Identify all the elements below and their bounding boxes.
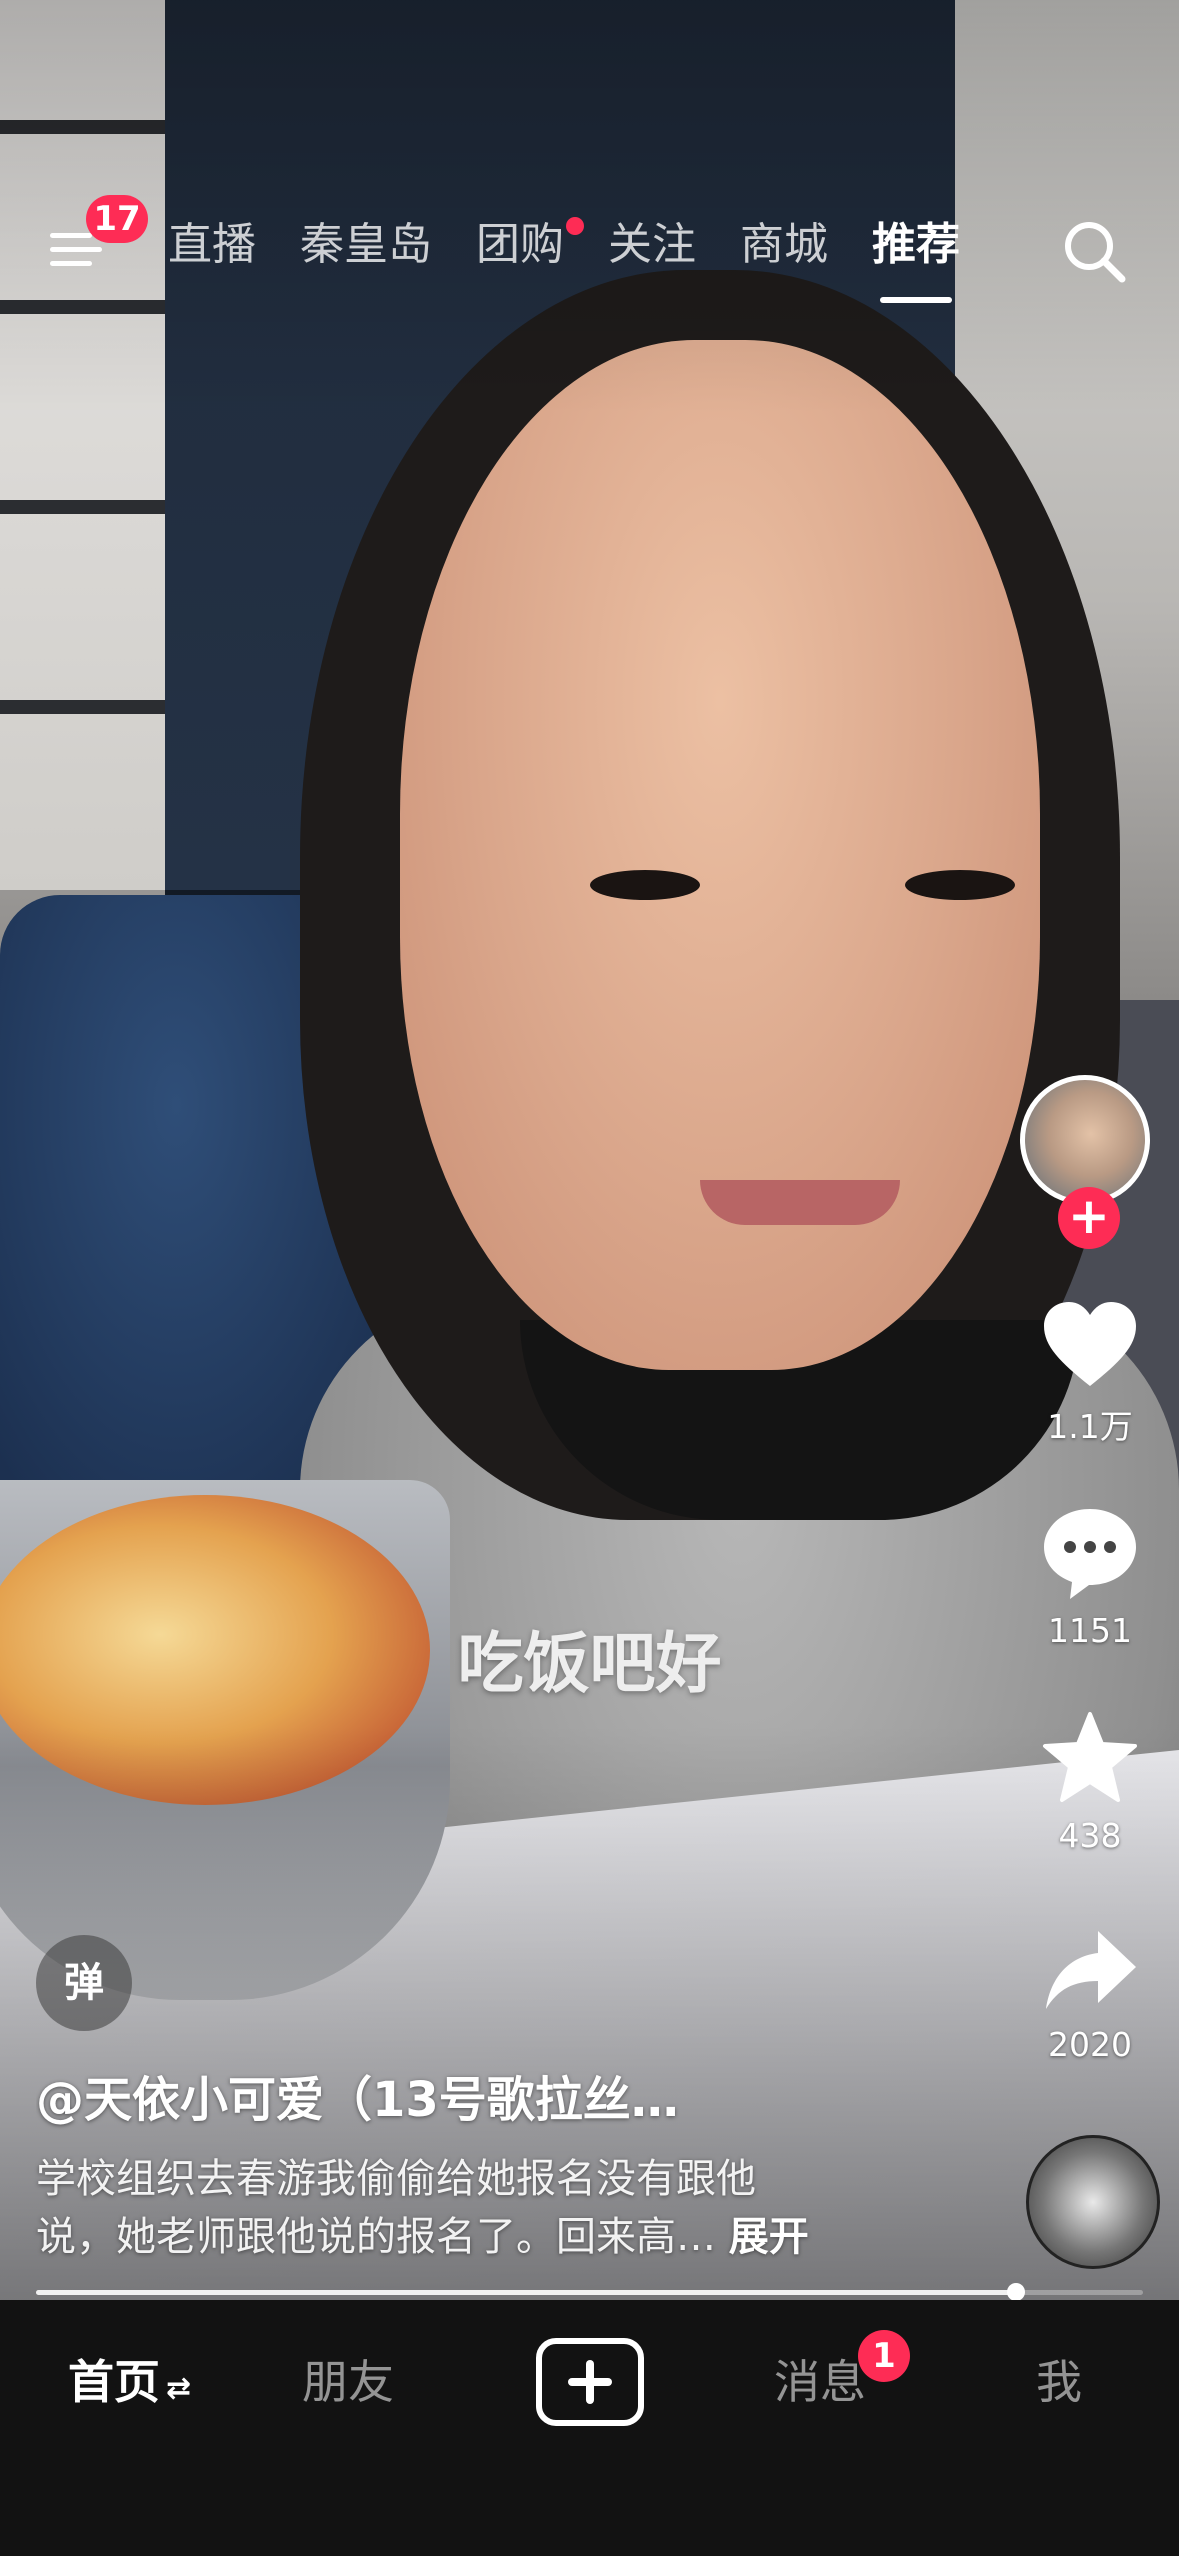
active-tab-indicator — [880, 297, 952, 303]
share-button[interactable]: 2020 — [1010, 1925, 1170, 2064]
tab-recommended[interactable]: 推荐 — [872, 215, 960, 303]
heart-icon — [1044, 1302, 1136, 1386]
top-navigation: 17 直播 秦皇岛 团购 关注 商城 推荐 — [0, 195, 1179, 305]
description-line-2: 说，她老师跟他说的报名了。回来高… 展开 — [36, 2214, 809, 2260]
tab-live[interactable]: 直播 — [168, 215, 256, 285]
music-disc[interactable] — [1026, 2135, 1160, 2269]
nav-me[interactable]: 我 — [1036, 2346, 1082, 2412]
messages-badge: 1 — [858, 2330, 910, 2382]
feed-tabs: 直播 秦皇岛 团购 关注 商城 推荐 — [168, 215, 1004, 303]
create-button[interactable] — [536, 2338, 644, 2426]
star-icon — [1043, 1712, 1137, 1802]
tab-notification-dot — [566, 217, 584, 235]
nav-friends[interactable]: 朋友 — [302, 2346, 394, 2412]
share-arrow-icon — [1046, 1931, 1136, 2009]
video-feed-screen: 17 直播 秦皇岛 团购 关注 商城 推荐 + 1.1万 1151 438 20… — [0, 0, 1179, 2556]
favorite-count: 438 — [1058, 1816, 1122, 1855]
progress-knob[interactable] — [1006, 2283, 1025, 2301]
expand-link[interactable]: 展开 — [729, 2214, 809, 2260]
search-icon — [1065, 222, 1126, 283]
nav-home[interactable]: 首页 ⇄ — [68, 2346, 191, 2412]
swap-icon: ⇄ — [166, 2371, 192, 2406]
bottom-navigation: 首页 ⇄ 朋友 消息 1 我 — [0, 2300, 1179, 2556]
video-progress-bar[interactable] — [36, 2283, 1143, 2301]
description-line-1: 学校组织去春游我偷偷给她报名没有跟他 — [36, 2156, 756, 2202]
author-avatar[interactable] — [1020, 1075, 1150, 1205]
plus-icon — [568, 2360, 612, 2404]
search-button[interactable] — [1060, 217, 1130, 287]
danmaku-button[interactable]: 弹 — [36, 1935, 132, 2031]
video-caption: 吃饭吧好 — [457, 1625, 722, 1702]
video-player[interactable] — [0, 0, 1179, 2300]
video-description[interactable]: 学校组织去春游我偷偷给她报名没有跟他 说，她老师跟他说的报名了。回来高… 展开 — [36, 2150, 996, 2266]
menu-notification-badge: 17 — [86, 195, 148, 243]
tab-group-buy[interactable]: 团购 — [476, 215, 584, 285]
follow-button[interactable]: + — [1058, 1187, 1120, 1249]
comment-icon — [1044, 1509, 1136, 1599]
author-name[interactable]: @天依小可爱（13号歌拉丝… — [36, 2060, 1016, 2130]
nav-messages[interactable]: 消息 — [774, 2346, 866, 2412]
tab-following[interactable]: 关注 — [608, 215, 696, 285]
share-count: 2020 — [1048, 2025, 1132, 2064]
like-count: 1.1万 — [1047, 1407, 1133, 1446]
tab-city[interactable]: 秦皇岛 — [300, 215, 432, 285]
tab-mall[interactable]: 商城 — [740, 215, 828, 285]
menu-icon — [50, 233, 92, 238]
favorite-button[interactable]: 438 — [1010, 1710, 1170, 1855]
progress-fill — [36, 2290, 1016, 2295]
like-button[interactable]: 1.1万 — [1010, 1300, 1170, 1448]
